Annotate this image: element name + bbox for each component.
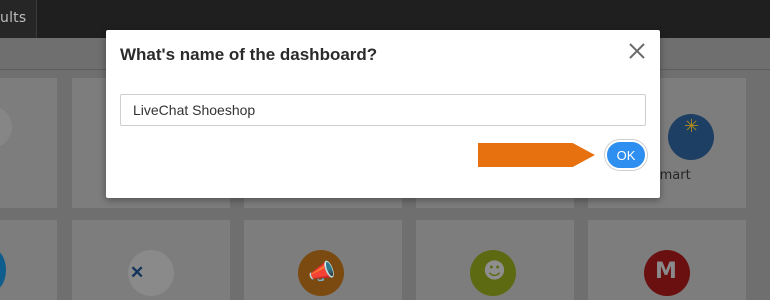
megaphone-icon: 📣 [298,250,344,296]
nav-tab-results[interactable]: ults [0,0,37,38]
dashboard-name-dialog: What's name of the dashboard? OK [106,30,660,198]
gmail-icon: M [644,250,690,296]
surveymonkey-icon: ☻ [470,250,516,296]
jira-logo-icon: ✕ [128,250,174,296]
integration-card[interactable]: 📣 [244,220,402,300]
integration-card[interactable]: ☻ [416,220,574,300]
dashboard-name-input[interactable] [120,94,646,126]
annotation-arrow-icon [476,141,600,169]
integration-icon [0,106,12,148]
integration-card-jira[interactable]: ✕ [72,220,230,300]
integration-card[interactable] [0,78,57,208]
walmart-logo-icon: ✳ [668,114,714,160]
ok-button[interactable]: OK [605,140,647,170]
close-icon[interactable] [626,40,648,62]
integration-card-gmail[interactable]: M [588,220,746,300]
integration-icon [0,250,6,290]
integration-card[interactable] [0,220,57,300]
nav-tab-label: ults [0,10,27,26]
dialog-title: What's name of the dashboard? [120,45,378,64]
integration-name: lmart [656,168,691,183]
